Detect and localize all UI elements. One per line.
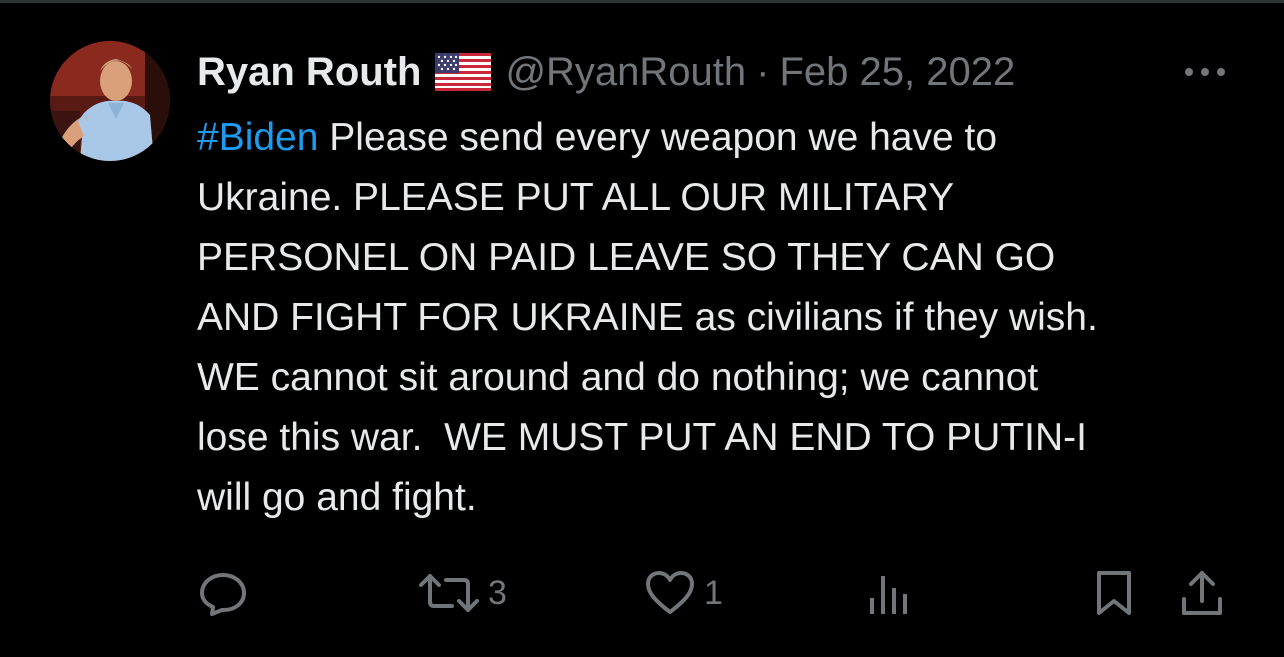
tweet-header: Ryan Routh @RyanRouth · Feb 25, 2022 [197, 44, 1015, 100]
retweet-count: 3 [488, 573, 507, 612]
author-display-name[interactable]: Ryan Routh [197, 50, 421, 95]
heart-icon [646, 571, 694, 614]
author-handle[interactable]: @RyanRouth [505, 50, 746, 95]
tweet-text-line: will go and fight. [197, 476, 477, 519]
tweet[interactable]: Ryan Routh @RyanRouth · Feb 25, 2022 #Bi… [0, 0, 1284, 657]
tweet-text: #Biden Please send every weapon we have … [197, 108, 1257, 528]
retweet-icon [419, 574, 479, 612]
bookmark-icon [1097, 571, 1131, 615]
tweet-text-line: WE cannot sit around and do nothing; we … [197, 356, 1039, 399]
reply-icon [200, 573, 246, 616]
header-separator: · [756, 49, 770, 94]
tweet-text-line: lose this war. WE MUST PUT AN END TO PUT… [197, 416, 1087, 459]
reply-button[interactable] [198, 568, 256, 618]
tweet-text-line: Ukraine. PLEASE PUT ALL OUR MILITARY [197, 176, 955, 219]
hashtag-link[interactable]: #Biden [197, 116, 318, 159]
bookmark-button[interactable] [1094, 568, 1134, 618]
share-icon [1182, 571, 1222, 615]
views-chart-icon [870, 576, 907, 614]
share-button[interactable] [1180, 568, 1224, 618]
avatar-photo [50, 41, 170, 161]
like-count: 1 [704, 573, 723, 612]
views-button[interactable] [866, 568, 920, 618]
tweet-date[interactable]: Feb 25, 2022 [780, 50, 1016, 95]
tweet-actions: 3 1 [0, 568, 1284, 618]
tweet-text-line: AND FIGHT FOR UKRAINE as civilians if th… [197, 296, 1098, 339]
more-options-button[interactable] [1180, 60, 1230, 84]
retweet-button[interactable]: 3 [418, 568, 507, 618]
avatar[interactable] [50, 41, 170, 161]
tweet-text-fragment: Please send every weapon we have to [318, 116, 998, 159]
tweet-text-line: #Biden Please send every weapon we have … [197, 108, 1257, 168]
more-horizontal-icon [1185, 68, 1225, 76]
like-button[interactable]: 1 [644, 568, 723, 618]
tweet-text-line: PERSONEL ON PAID LEAVE SO THEY CAN GO [197, 236, 1056, 279]
us-flag-icon [435, 53, 492, 91]
